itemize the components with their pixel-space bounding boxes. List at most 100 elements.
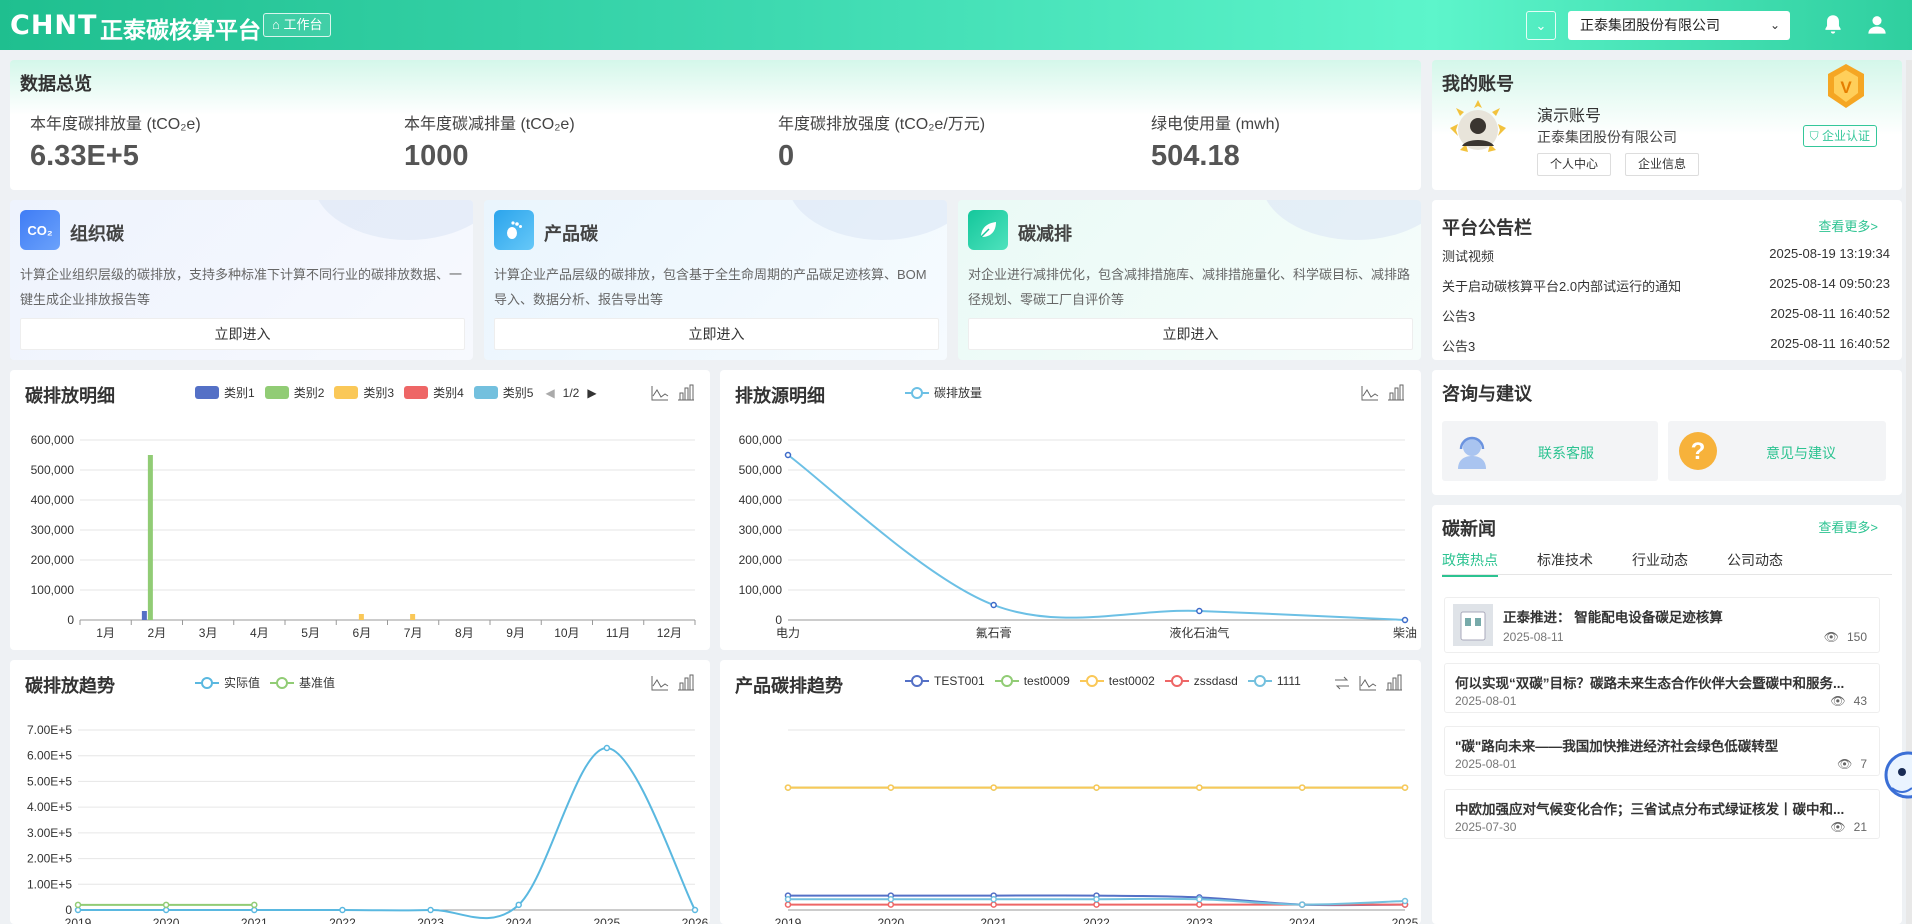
line-chart-icon[interactable] [650, 674, 670, 692]
legend-item[interactable]: 碳排放量 [905, 384, 982, 401]
contact-service-button[interactable]: 联系客服 [1442, 421, 1658, 481]
news-item[interactable]: 中欧加强应对气候变化合作；三省试点分布式绿证核发丨碳中和... 2025-07-… [1444, 789, 1880, 839]
eye-icon: 👁 [1837, 757, 1853, 771]
legend-item[interactable]: test0009 [994, 674, 1070, 688]
data-point [162, 906, 170, 914]
legend-item[interactable]: 基准值 [270, 674, 335, 691]
app-title: 正泰碳核算平台 [100, 17, 261, 43]
collapse-toggle-button[interactable]: ⌄ [1526, 11, 1556, 40]
overview-title: 数据总览 [20, 74, 92, 94]
data-point [515, 901, 522, 909]
legend-swatch [905, 675, 929, 687]
bell-icon[interactable] [1820, 12, 1846, 38]
data-point [1401, 784, 1409, 791]
decorative-circle [313, 200, 473, 240]
bar-chart-icon[interactable] [676, 674, 696, 692]
notice-item[interactable]: 关于启动碳核算平台2.0内部试运行的通知 2025-08-14 09:50:23 [1442, 276, 1890, 295]
data-point [990, 901, 997, 908]
data-point [1401, 616, 1409, 624]
notice-more-link[interactable]: 查看更多> [1818, 216, 1878, 235]
enter-carbon-reduction-button[interactable]: 立即进入 [968, 318, 1413, 350]
bar [410, 614, 416, 620]
x-tick-label: 2025 [1392, 916, 1419, 924]
data-point [1093, 784, 1100, 791]
personal-center-button[interactable]: 个人中心 [1537, 153, 1612, 176]
overview-value: 0 [778, 140, 795, 172]
line-chart-icon[interactable] [650, 384, 670, 402]
bar-chart-icon[interactable] [1386, 384, 1406, 402]
legend-item[interactable]: 1111 [1247, 674, 1301, 688]
tab-policy[interactable]: 政策热点 [1442, 550, 1498, 577]
bar-chart-icon[interactable] [676, 384, 696, 402]
legend-prev-icon[interactable]: ◀ [545, 386, 554, 400]
emission-detail-chart: 0 100,000 200,000 300,000 400,000 500,000 600,… [31, 433, 696, 640]
legend-item[interactable]: zssdasd [1164, 674, 1238, 688]
swap-icon[interactable] [1332, 674, 1352, 692]
emission-trend-chart-card: 0 1.00E+5 2.00E+5 3.00E+5 4.00E+5 5.00E+5 6.00… [10, 660, 710, 924]
mascot-helper-icon[interactable] [1878, 740, 1912, 810]
bar-chart-icon[interactable] [1384, 674, 1404, 692]
data-point [1196, 607, 1203, 615]
news-item[interactable]: 正泰推进： 智能配电设备碳足迹核算 2025-08-11 👁 150 [1444, 597, 1880, 653]
emission-detail-chart-card: 0 100,000 200,000 300,000 400,000 500,000 600,… [10, 370, 710, 650]
enterprise-cert-badge[interactable]: ⛉ 企业认证 [1802, 125, 1877, 147]
data-point [887, 895, 895, 903]
legend-next-icon[interactable]: ▶ [587, 386, 596, 400]
chart-tools [1360, 384, 1406, 402]
news-more-link[interactable]: 查看更多> [1818, 517, 1878, 536]
tab-company[interactable]: 公司动态 [1727, 550, 1783, 570]
legend-item[interactable]: 类别3 [334, 384, 394, 401]
x-tick-label: 2022 [329, 916, 356, 924]
data-overview-panel: 数据总览 本年度碳排放量 (tCO₂e) 6.33E+5 本年度碳减排量 (tCO… [10, 60, 1421, 190]
x-tick-label: 2023 [417, 916, 444, 924]
bar [358, 614, 364, 620]
news-item[interactable]: "碳"路向未来——我国加快推进经济社会绿色低碳转型 2025-08-01 👁 7 [1444, 726, 1880, 776]
brand-logo: CHNT [10, 10, 98, 41]
y-tick-label: 5.00E+5 [27, 774, 72, 788]
contact-service-label: 联系客服 [1538, 445, 1594, 461]
data-point [1196, 895, 1203, 903]
data-point [339, 906, 346, 914]
tab-industry[interactable]: 行业动态 [1632, 550, 1688, 570]
legend-swatch [473, 386, 498, 399]
x-tick-label: 柴油 [1393, 626, 1417, 640]
data-point [990, 895, 997, 903]
overview-item: 本年度碳排放量 (tCO₂e) 6.33E+5 [30, 110, 201, 173]
legend-item[interactable]: 类别2 [264, 384, 324, 401]
legend-item[interactable]: test0002 [1079, 674, 1155, 688]
chart-title: 产品碳排趋势 [735, 676, 843, 696]
legend-item[interactable]: 类别5 [473, 384, 533, 401]
data-point [603, 744, 611, 752]
company-info-button[interactable]: 企业信息 [1625, 153, 1700, 176]
legend-item[interactable]: 类别4 [404, 384, 464, 401]
data-point [1093, 901, 1100, 908]
user-icon[interactable] [1864, 12, 1890, 38]
notice-item[interactable]: 公告3 2025-08-11 16:40:52 [1442, 336, 1890, 355]
module-card-org-carbon: CO₂ 组织碳 计算企业组织层级的碳排放，支持多种标准下计算不同行业的碳排放数据… [10, 200, 473, 360]
legend-item[interactable]: 实际值 [195, 674, 260, 691]
enter-product-carbon-button[interactable]: 立即进入 [494, 318, 939, 350]
feedback-button[interactable]: ? 意见与建议 [1668, 421, 1886, 481]
question-icon: ? [1679, 432, 1717, 470]
line-chart-icon[interactable] [1358, 674, 1378, 692]
data-point [784, 451, 792, 459]
notice-item[interactable]: 测试视频 2025-08-19 13:19:34 [1442, 246, 1890, 265]
y-tick-label: 0 [775, 613, 782, 627]
overview-label: 本年度碳排放量 (tCO₂e) [30, 116, 201, 133]
workbench-button[interactable]: ⌂ 工作台 [263, 13, 332, 37]
module-card-product-carbon: 产品碳 计算企业产品层级的碳排放，包含基于全生命周期的产品碳足迹核算、BOM导入… [484, 200, 947, 360]
legend-item[interactable]: 类别1 [195, 384, 255, 401]
bar [147, 455, 153, 620]
company-select[interactable]: 正泰集团股份有限公司 ⌄ [1568, 11, 1790, 40]
tab-standard[interactable]: 标准技术 [1537, 550, 1593, 570]
x-tick-label: 11月 [606, 626, 630, 640]
overview-label: 绿电使用量 (mwh) [1151, 116, 1280, 133]
y-tick-label: 500,000 [739, 463, 783, 477]
notice-item[interactable]: 公告3 2025-08-11 16:40:52 [1442, 306, 1890, 325]
news-item[interactable]: 何以实现“双碳”目标？碳路未来生态合作伙伴大会暨碳中和服务... 2025-08… [1444, 663, 1880, 713]
legend-item[interactable]: TEST001 [905, 674, 985, 688]
news-item-title: 正泰推进： 智能配电设备碳足迹核算 [1503, 610, 1723, 625]
enter-org-carbon-button[interactable]: 立即进入 [20, 318, 465, 350]
legend-swatch [264, 386, 289, 399]
line-chart-icon[interactable] [1360, 384, 1380, 402]
